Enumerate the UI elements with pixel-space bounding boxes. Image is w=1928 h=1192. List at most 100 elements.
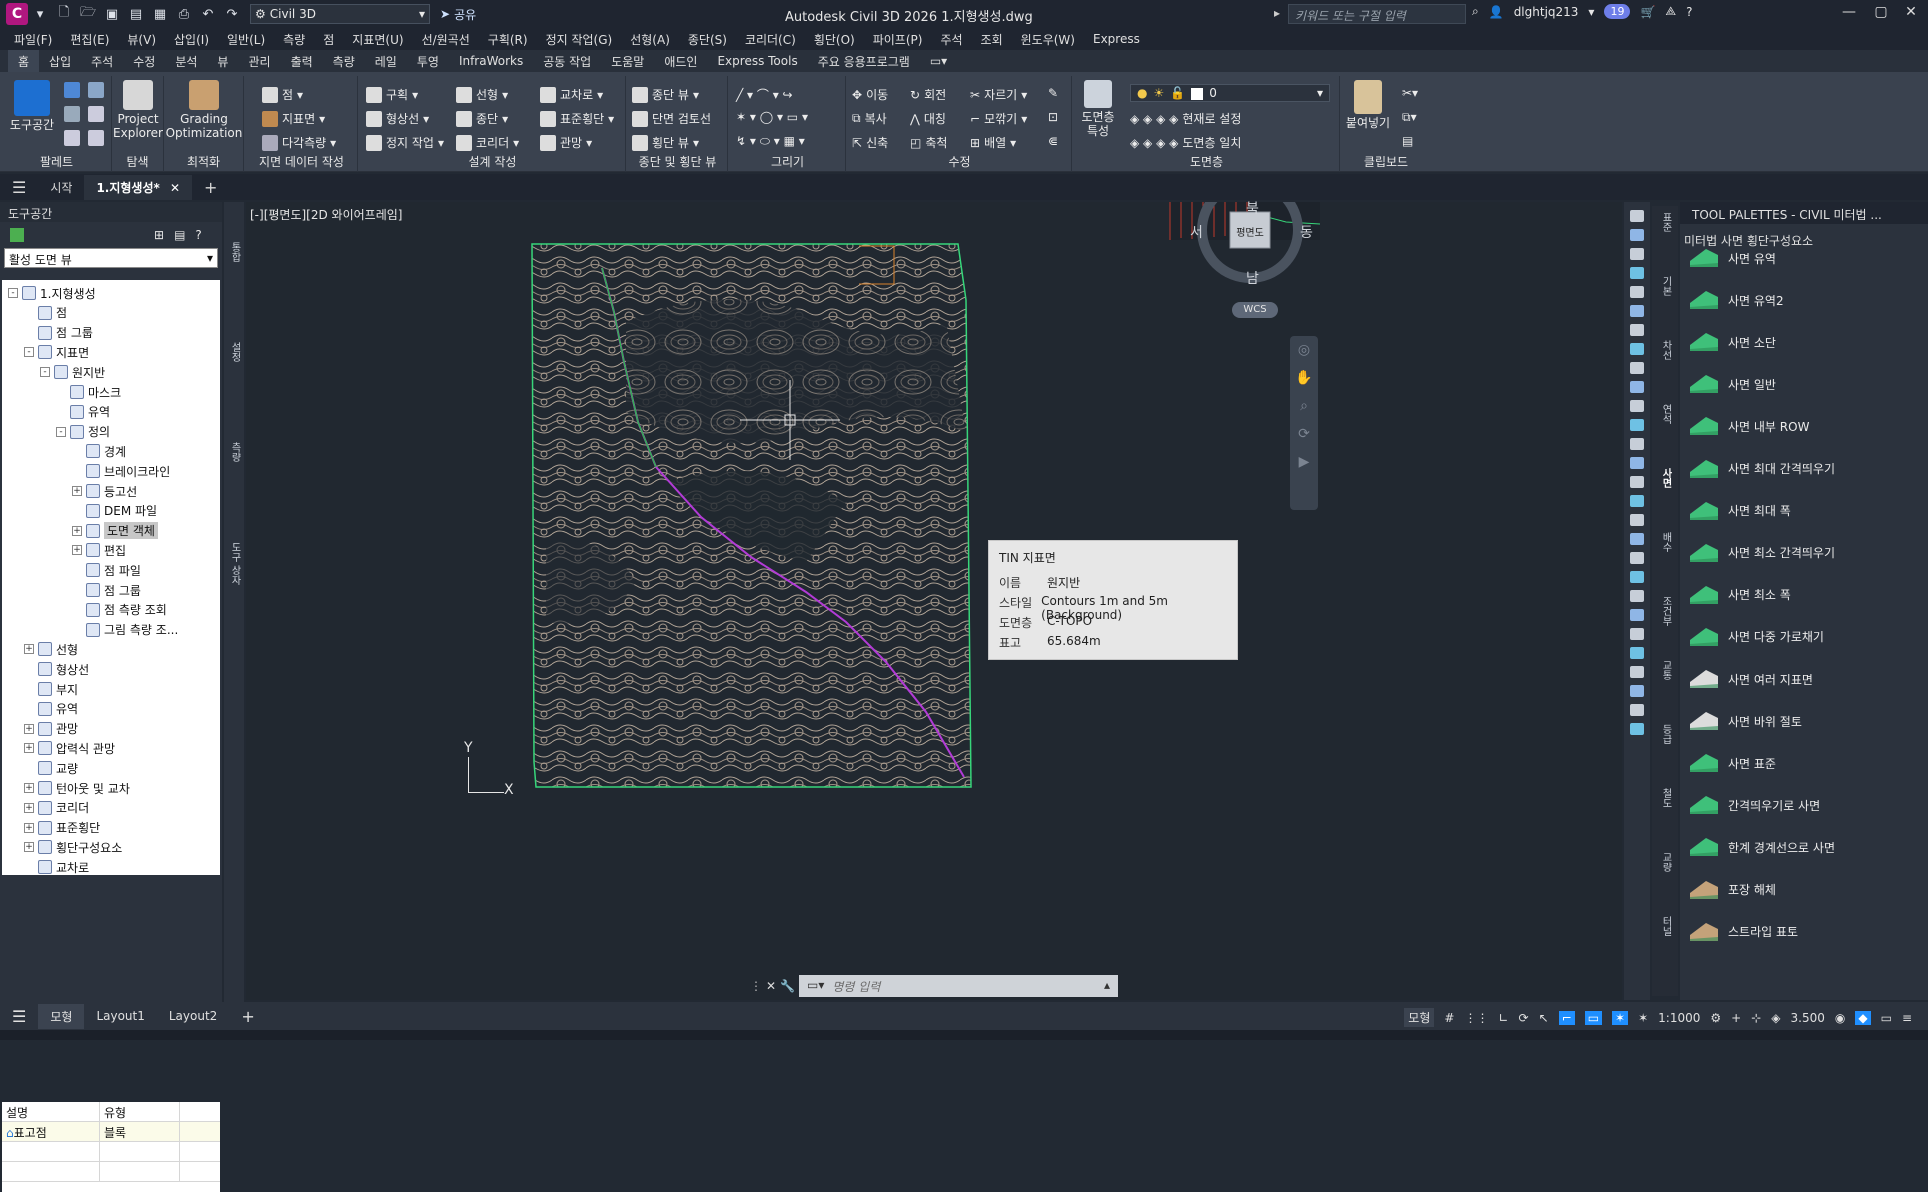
tree-item[interactable]: - 1.지형생성 — [8, 284, 96, 302]
clean-screen-icon[interactable]: ▭ — [1881, 1011, 1892, 1025]
palette-item[interactable]: 사면 표준 — [1688, 749, 1776, 777]
palette-item[interactable]: 사면 일반 — [1688, 370, 1776, 398]
erase-icon[interactable]: ✎ — [1048, 86, 1058, 100]
showmotion-icon[interactable]: ▶ — [1290, 454, 1318, 470]
expand-icon[interactable]: + — [24, 822, 34, 833]
tree-item[interactable]: + 표준횡단 — [24, 819, 100, 837]
grading-optimization-button[interactable]: Grading Optimization — [164, 80, 244, 140]
palette-item[interactable]: 사면 최소 폭 — [1688, 581, 1791, 609]
traverse-button[interactable]: 다각측량 ▾ — [262, 134, 336, 151]
palette-tool-icon[interactable] — [1630, 286, 1644, 298]
zoom-icon[interactable]: ⌕ — [1290, 398, 1318, 414]
save-icon[interactable]: ▣ — [100, 3, 124, 25]
expand-icon[interactable]: + — [24, 644, 34, 655]
explode-icon[interactable]: ⊡ — [1048, 110, 1058, 124]
menu-item[interactable]: 주석 — [940, 31, 962, 48]
palette-item[interactable]: 사면 최소 간격띄우기 — [1688, 539, 1835, 567]
tree-item[interactable]: 점 그룹 — [24, 324, 93, 342]
ribbon-tab[interactable]: 삽입 — [39, 50, 81, 73]
osnap-tracking-icon[interactable]: ▭ — [1584, 1010, 1603, 1025]
menu-item[interactable]: 코리더(C) — [745, 31, 796, 48]
tab-start[interactable]: 시작 — [38, 175, 84, 200]
plus-icon[interactable]: + — [1731, 1011, 1741, 1025]
ribbon-tab[interactable]: 애드인 — [654, 50, 707, 73]
corridor-button[interactable]: 코리더 ▾ — [456, 134, 519, 151]
palette-tab[interactable]: 차선 — [1657, 340, 1673, 360]
project-explorer-button[interactable]: Project Explorer — [112, 80, 164, 140]
new-file-icon[interactable]: 🗋 — [52, 3, 76, 25]
palette-item[interactable]: 사면 유역 — [1688, 244, 1776, 272]
palette-tab[interactable]: 기본 — [1657, 276, 1673, 296]
palette-header[interactable]: TOOL PALETTES - CIVIL 미터법 ... — [1680, 202, 1928, 224]
share-button[interactable]: ➤ 공유 — [440, 6, 476, 23]
ground-panel-title[interactable]: 지면 데이터 작성 — [246, 153, 357, 170]
menu-item[interactable]: 조회 — [981, 31, 1003, 48]
save-as-icon[interactable]: ▤ — [124, 3, 148, 25]
tab-layout1[interactable]: Layout1 — [84, 1005, 156, 1027]
fillet-button[interactable]: ⌐ 모깎기 ▾ — [970, 110, 1027, 127]
palette-tool-icon[interactable] — [1630, 457, 1644, 469]
layer-properties-button[interactable]: 도면층 특성 — [1078, 80, 1118, 138]
ribbon-tab[interactable]: 관리 — [238, 50, 280, 73]
palette-tool-icon[interactable] — [1630, 324, 1644, 336]
toolspace-vtab[interactable]: 측량 — [226, 442, 242, 462]
tab-drawing[interactable]: 1.지형생성* ✕ — [84, 174, 193, 200]
match-prop-icon[interactable]: ▤ — [1402, 134, 1413, 148]
expand-icon[interactable]: + — [24, 842, 34, 853]
palette-tool-icon[interactable] — [1630, 685, 1644, 697]
expand-icon[interactable]: + — [24, 723, 34, 734]
palette-panel-title[interactable]: 팔레트 — [2, 153, 111, 170]
line-tool[interactable]: ╱ ▾ ⌒ ▾ ↪ — [736, 86, 793, 103]
tree-item[interactable]: + 압력식 관망 — [24, 739, 115, 757]
grid-row[interactable]: ⌂표고점 블록 — [2, 1122, 220, 1142]
viewcube-face-label[interactable]: 평면도 — [1232, 224, 1268, 239]
cut-icon[interactable]: ✂▾ — [1402, 86, 1418, 100]
annotation-visibility-icon[interactable]: ✶ — [1612, 1010, 1629, 1025]
isolate-icon[interactable]: ◉ — [1835, 1011, 1845, 1025]
palette-tool-icon[interactable] — [1630, 495, 1644, 507]
palette-item[interactable]: 포장 해체 — [1688, 876, 1776, 904]
ribbon-tab[interactable]: 출력 — [281, 50, 323, 73]
palette-tool-icon[interactable] — [1630, 704, 1644, 716]
tree-item[interactable]: 점 파일 — [72, 561, 141, 579]
layer-tools-row1[interactable]: ◈ ◈ ◈ ◈ 현재로 설정 — [1130, 110, 1241, 127]
palette-tool-icon[interactable] — [1630, 362, 1644, 374]
annotation-value[interactable]: 3.500 — [1791, 1011, 1825, 1025]
tree-item[interactable]: 점 — [24, 304, 67, 322]
move-button[interactable]: ✥ 이동 — [852, 86, 888, 103]
table-icon[interactable] — [88, 106, 104, 122]
array-button[interactable]: ⊞ 배열 ▾ — [970, 134, 1016, 151]
menu-item[interactable]: 파이프(P) — [873, 31, 923, 48]
menu-item[interactable]: 파일(F) — [14, 31, 52, 48]
expand-icon[interactable]: + — [24, 802, 34, 813]
palette-tool-icon[interactable] — [1630, 552, 1644, 564]
app-menu-chevron-icon[interactable]: ▾ — [28, 3, 52, 25]
wcs-button[interactable]: WCS — [1232, 302, 1278, 318]
hamburger-icon[interactable]: ☰ — [0, 174, 38, 201]
palette-item[interactable]: 사면 여러 지표면 — [1688, 665, 1813, 693]
viewcube-east[interactable]: 동 — [1300, 222, 1313, 242]
palette-tool-icon[interactable] — [1630, 590, 1644, 602]
palette-tool-icon[interactable] — [1630, 476, 1644, 488]
tree-item[interactable]: + 횡단구성요소 — [24, 838, 122, 856]
offset-icon[interactable]: ⋐ — [1048, 134, 1058, 148]
palette-tool-icon[interactable] — [1630, 210, 1644, 222]
polyline-tool[interactable]: ✶ ▾ ◯ ▾ ▭ ▾ — [736, 110, 808, 124]
palette-tool-icon[interactable] — [1630, 647, 1644, 659]
tree-item[interactable]: 점 그룹 — [72, 581, 141, 599]
share-tool-icon[interactable]: ⟁ — [1665, 4, 1676, 19]
tree-item[interactable]: - 정의 — [56, 423, 110, 441]
draw-panel-title[interactable]: 그리기 — [730, 153, 845, 170]
tree-item[interactable]: - 지표면 — [24, 343, 89, 361]
palette-item[interactable]: 사면 소단 — [1688, 328, 1776, 356]
menu-item[interactable]: 삽입(I) — [174, 31, 209, 48]
menu-item[interactable]: 윈도우(W) — [1021, 31, 1075, 48]
grid-icon[interactable] — [88, 130, 104, 146]
annotation-scale[interactable]: 1:1000 — [1658, 1011, 1700, 1025]
new-tab-icon[interactable]: + — [192, 174, 229, 201]
toolspace-button[interactable]: 도구공간 — [4, 80, 60, 132]
grid-icon[interactable]: # — [1444, 1011, 1454, 1025]
ribbon-tab[interactable]: 공동 작업 — [533, 50, 601, 73]
feature-line-button[interactable]: 형상선 ▾ — [366, 110, 429, 127]
item-view-icon[interactable]: ▤ — [174, 228, 185, 242]
